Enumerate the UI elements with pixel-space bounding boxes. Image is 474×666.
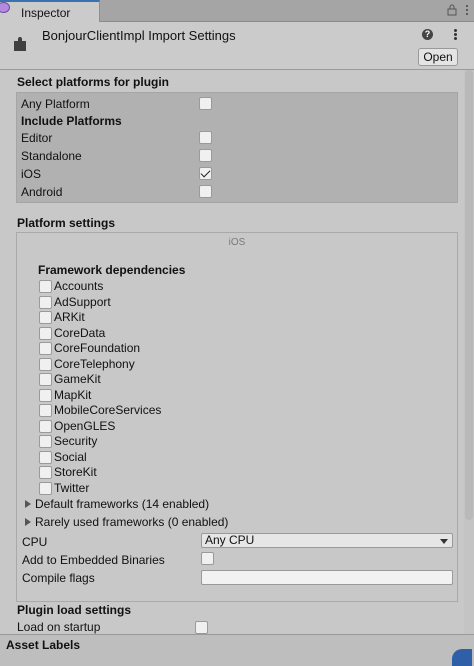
load-on-startup-label: Load on startup — [17, 620, 101, 634]
embedded-binaries-label: Add to Embedded Binaries — [22, 553, 165, 567]
dropdown-arrow-icon — [440, 539, 448, 544]
load-on-startup-checkbox[interactable] — [195, 621, 208, 634]
rarely-used-frameworks-label: Rarely used frameworks (0 enabled) — [35, 515, 229, 529]
framework-label: Accounts — [54, 279, 104, 293]
framework-label: CoreFoundation — [54, 341, 141, 355]
foldout-arrow-icon — [25, 500, 31, 508]
framework-label: MapKit — [54, 387, 92, 402]
platform-android-checkbox[interactable] — [199, 185, 212, 198]
framework-label: CoreTelephony — [54, 356, 135, 371]
cpu-label: CPU — [22, 535, 48, 549]
inspector-header: BonjourClientImpl Import Settings ? Open — [0, 22, 474, 70]
ios-settings-box: iOS Framework dependencies Accounts AdSup… — [16, 232, 458, 602]
plugin-icon — [14, 37, 26, 51]
compile-flags-label: Compile flags — [22, 571, 95, 585]
platform-ios-label: iOS — [21, 167, 42, 181]
framework-checkbox[interactable] — [39, 450, 52, 464]
framework-checkbox[interactable] — [39, 357, 52, 371]
compile-flags-input[interactable] — [201, 570, 453, 585]
scrollbar[interactable] — [464, 70, 474, 634]
framework-dependencies-heading: Framework dependencies — [38, 263, 186, 277]
framework-label: StoreKit — [54, 465, 97, 479]
framework-checkbox[interactable] — [39, 326, 52, 340]
any-platform-label: Any Platform — [21, 97, 90, 111]
platform-settings-heading: Platform settings — [17, 216, 116, 230]
help-icon[interactable]: ? — [422, 29, 433, 40]
scrollbar-thumb[interactable] — [465, 70, 473, 520]
framework-checkbox[interactable] — [39, 419, 52, 433]
framework-checkbox[interactable] — [39, 311, 52, 324]
framework-label: ARKit — [54, 310, 85, 324]
framework-label: Social — [54, 449, 87, 464]
cpu-value: Any CPU — [205, 533, 255, 547]
plugin-load-settings-heading: Plugin load settings — [17, 603, 132, 617]
platform-ios-checkbox[interactable] — [199, 167, 212, 180]
platforms-panel: Any Platform Include Platforms Editor St… — [16, 92, 458, 203]
platform-android-label: Android — [21, 185, 63, 199]
framework-label: CoreData — [54, 325, 106, 340]
default-frameworks-label: Default frameworks (14 enabled) — [35, 497, 210, 511]
platform-editor-checkbox[interactable] — [199, 131, 212, 144]
kebab-menu-icon[interactable] — [452, 29, 458, 41]
platform-editor-label: Editor — [21, 131, 53, 145]
framework-checkbox[interactable] — [39, 295, 52, 309]
include-platforms-heading: Include Platforms — [21, 114, 122, 128]
tab-menu-icon[interactable] — [463, 4, 471, 16]
tab-bar: Inspector — [0, 0, 474, 22]
embedded-binaries-checkbox[interactable] — [201, 552, 214, 565]
asset-labels-title: Asset Labels — [6, 638, 81, 652]
framework-label: Security — [54, 434, 98, 448]
any-platform-checkbox[interactable] — [199, 97, 212, 110]
framework-checkbox[interactable] — [39, 342, 52, 355]
framework-checkbox[interactable] — [39, 404, 52, 417]
lock-icon[interactable] — [446, 4, 458, 16]
default-frameworks-foldout[interactable]: Default frameworks (14 enabled) — [25, 497, 209, 511]
framework-checkbox[interactable] — [39, 388, 52, 402]
framework-checkbox[interactable] — [39, 435, 52, 448]
platform-standalone-label: Standalone — [21, 149, 82, 163]
framework-checkbox[interactable] — [39, 466, 52, 479]
framework-label: Twitter — [54, 480, 90, 495]
rarely-used-frameworks-foldout[interactable]: Rarely used frameworks (0 enabled) — [25, 515, 228, 529]
framework-checkbox[interactable] — [39, 280, 52, 293]
framework-checkbox[interactable] — [39, 373, 52, 386]
platform-standalone-checkbox[interactable] — [199, 149, 212, 162]
tab-inspector[interactable]: Inspector — [0, 0, 100, 22]
asset-labels-bar[interactable]: Asset Labels — [0, 634, 474, 666]
framework-label: AdSupport — [54, 294, 111, 309]
ios-tab-label[interactable]: iOS — [17, 237, 457, 248]
framework-label: MobileCoreServices — [54, 403, 162, 417]
asset-bundle-icon[interactable] — [452, 649, 472, 666]
tab-inspector-label: Inspector — [21, 6, 71, 20]
framework-label: GameKit — [54, 372, 101, 386]
inspector-content: Select platforms for plugin Any Platform… — [0, 70, 474, 634]
select-platforms-heading: Select platforms for plugin — [17, 75, 170, 89]
cpu-dropdown[interactable]: Any CPU — [201, 533, 453, 548]
inspector-icon — [0, 2, 10, 13]
framework-checkbox[interactable] — [39, 481, 52, 495]
open-button[interactable]: Open — [418, 48, 458, 66]
foldout-arrow-icon — [25, 518, 31, 526]
header-title: BonjourClientImpl Import Settings — [42, 28, 236, 43]
framework-label: OpenGLES — [54, 418, 116, 433]
